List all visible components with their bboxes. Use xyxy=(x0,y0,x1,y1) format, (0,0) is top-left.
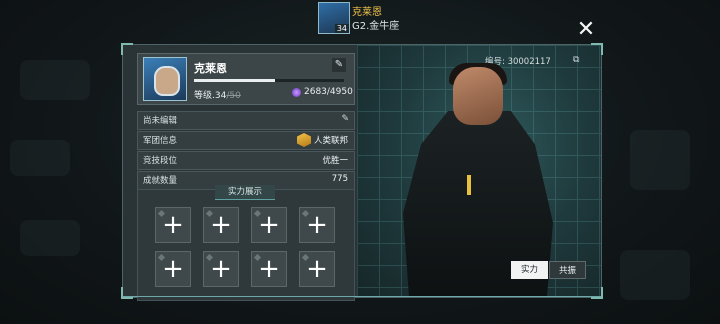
arena-label: 竞技段位 xyxy=(143,156,178,166)
achievements-label: 成就数量 xyxy=(143,176,178,186)
profile-panel: 克莱恩 ✎ 等级.34/50 2683/4950 尚未编辑 ✎ 军团信息 人类联… xyxy=(121,43,603,301)
view-tabs: 实力 共振 xyxy=(511,261,587,279)
character-head xyxy=(453,67,503,125)
add-icon: + xyxy=(258,210,280,240)
achievements-value: 775 xyxy=(331,174,348,184)
panel-bottom-line xyxy=(123,296,601,297)
guild-label: 军团信息 xyxy=(143,136,178,146)
arena-value: 优胜一 xyxy=(322,156,348,166)
showcase-slot[interactable]: + xyxy=(251,207,287,243)
guild-row[interactable]: 军团信息 人类联邦 xyxy=(137,131,355,150)
copy-icon[interactable]: ⧉ xyxy=(573,55,583,65)
exp-value: 2683/4950 xyxy=(304,87,353,97)
signature-row[interactable]: 尚未编辑 ✎ xyxy=(137,111,355,130)
top-player-badge: 34 克莱恩 G2.金牛座 xyxy=(318,0,438,36)
top-avatar-level: 34 xyxy=(334,24,349,33)
guild-value: 人类联邦 xyxy=(313,136,348,146)
showcase-slot[interactable]: + xyxy=(299,251,335,287)
add-icon: + xyxy=(306,210,328,240)
info-column: 克莱恩 ✎ 等级.34/50 2683/4950 尚未编辑 ✎ 军团信息 人类联… xyxy=(137,53,355,301)
guild-emblem-icon xyxy=(297,133,311,147)
edit-name-icon[interactable]: ✎ xyxy=(332,58,346,72)
arena-row: 竞技段位 优胜一 xyxy=(137,151,355,170)
panel-corner xyxy=(121,287,133,299)
signature-label: 尚未编辑 xyxy=(143,116,178,126)
add-icon: + xyxy=(258,254,280,284)
add-icon: + xyxy=(162,254,184,284)
showcase-title: 实力展示 xyxy=(215,185,275,200)
top-avatar: 34 xyxy=(318,2,350,34)
exp-bar-fill xyxy=(194,79,276,82)
character-display: 编号: 30002117 ⧉ 实力 共振 xyxy=(357,45,601,297)
showcase-slot[interactable]: + xyxy=(299,207,335,243)
panel-corner xyxy=(121,43,133,55)
add-icon: + xyxy=(210,210,232,240)
top-player-name: 克莱恩 xyxy=(352,7,382,18)
avatar-face xyxy=(154,66,180,96)
tab-resonance[interactable]: 共振 xyxy=(549,261,586,279)
showcase-slot[interactable]: + xyxy=(155,207,191,243)
showcase-slot[interactable]: + xyxy=(203,251,239,287)
tab-power[interactable]: 实力 xyxy=(511,261,548,279)
player-level: 等级.34/50 xyxy=(194,88,241,101)
edit-signature-icon[interactable]: ✎ xyxy=(341,114,349,124)
add-icon: + xyxy=(162,210,184,240)
showcase-slot[interactable]: + xyxy=(251,251,287,287)
add-icon: + xyxy=(210,254,232,284)
character-accent xyxy=(467,175,471,195)
add-icon: + xyxy=(306,254,328,284)
top-player-rank: G2.金牛座 xyxy=(352,21,400,32)
player-name: 克莱恩 xyxy=(194,62,227,75)
exp-bar xyxy=(194,79,344,82)
showcase-slot[interactable]: + xyxy=(203,207,239,243)
showcase-slot[interactable]: + xyxy=(155,251,191,287)
close-icon[interactable]: ✕ xyxy=(574,18,598,42)
level-cap: /50 xyxy=(226,91,241,101)
exp-orb-icon xyxy=(292,88,301,97)
level-label: 等级.34 xyxy=(194,91,227,101)
avatar[interactable] xyxy=(143,57,187,101)
profile-card: 克莱恩 ✎ 等级.34/50 2683/4950 xyxy=(137,53,355,105)
